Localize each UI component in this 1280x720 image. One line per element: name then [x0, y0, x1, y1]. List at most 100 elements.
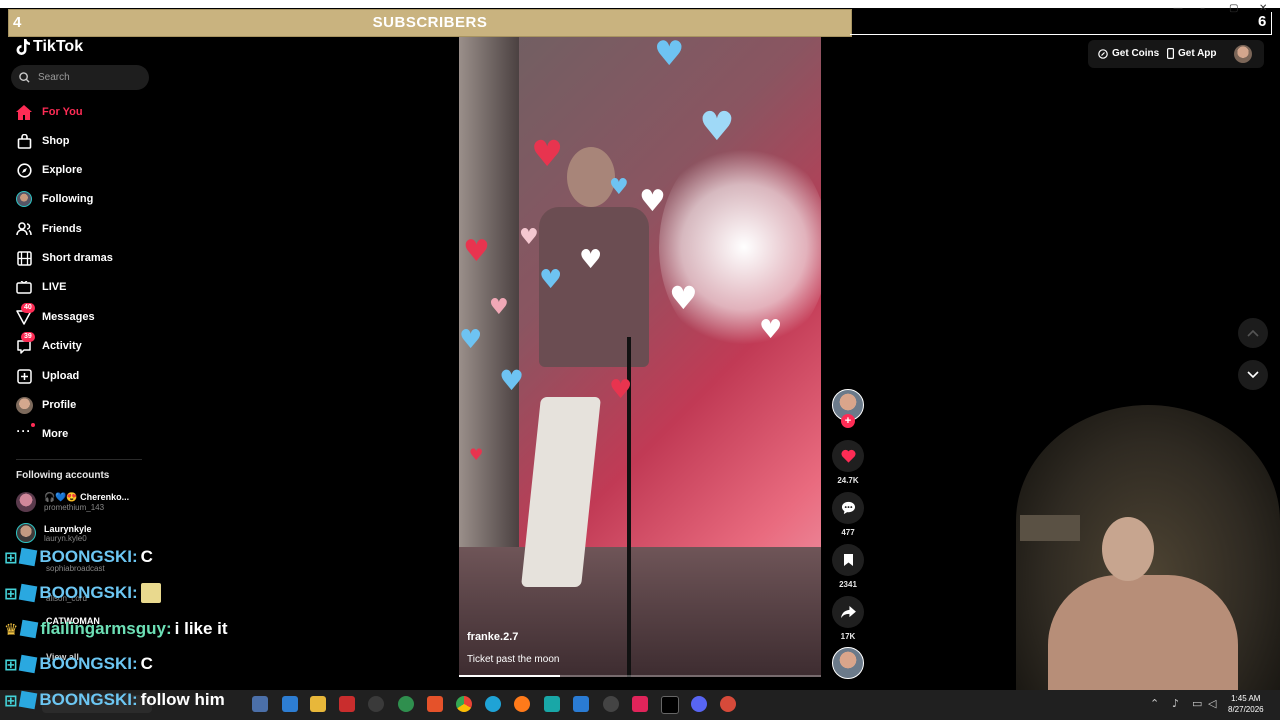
- nav-label: LIVE: [42, 281, 67, 293]
- app-icon[interactable]: [252, 696, 268, 712]
- video-player[interactable]: ♥ ♥ ♥ ♥ ♥ ♥ ♥ ♥ ♥ ♥ ♥ ♥ ♥ ♥ ♥ ♥ franke.2…: [459, 37, 821, 677]
- get-coins-label: Get Coins: [1112, 48, 1160, 59]
- save-count: 2341: [839, 580, 857, 589]
- coin-icon: [1098, 48, 1108, 59]
- chat-username: BOONGSKI:: [39, 690, 138, 709]
- chat-username: flailingarmsguy:: [40, 619, 172, 638]
- messages-badge: 40: [21, 303, 35, 313]
- emote-icon: [140, 583, 161, 603]
- nav-for-you[interactable]: For You: [15, 103, 83, 121]
- more-icon: ···: [15, 423, 35, 443]
- minimize-icon[interactable]: –: [1200, 3, 1205, 14]
- tiktok-logo-text: TikTok: [33, 38, 84, 55]
- discord-icon[interactable]: [691, 696, 707, 712]
- volume-icon[interactable]: ◁: [1208, 697, 1216, 710]
- following-account[interactable]: Laurynkyle lauryn.kyle0: [16, 523, 92, 543]
- map-app-icon[interactable]: [398, 696, 414, 712]
- network-icon[interactable]: ▭: [1192, 697, 1202, 710]
- tiktok-app-icon[interactable]: [632, 696, 648, 712]
- app-icon[interactable]: [720, 696, 736, 712]
- heart-icon: ♥: [579, 245, 603, 275]
- share-button[interactable]: [832, 596, 864, 628]
- tiktok-note-icon: [16, 39, 30, 55]
- phone-icon: [1167, 48, 1174, 59]
- chat-text: follow him: [140, 690, 225, 709]
- news-app-icon[interactable]: [339, 696, 355, 712]
- chat-text: i like it: [174, 619, 228, 638]
- video-caption: Ticket past the moon: [467, 654, 560, 665]
- nav-short-dramas[interactable]: Short dramas: [15, 249, 113, 267]
- sub-badge-icon: ⊞: [4, 654, 18, 674]
- cube-badge-icon: [19, 583, 38, 603]
- heart-icon: ♥: [499, 364, 525, 397]
- get-app-button[interactable]: Get App: [1167, 48, 1217, 59]
- chrome-icon[interactable]: [456, 696, 472, 712]
- obs-icon[interactable]: [603, 696, 619, 712]
- activity-badge: 39: [21, 332, 35, 342]
- subscribers-title: SUBSCRIBERS: [372, 14, 488, 31]
- crown-badge-icon: ♛: [4, 619, 19, 639]
- account-handle: promethium_143: [44, 503, 105, 512]
- nav-label: Following: [42, 193, 94, 205]
- firefox-icon[interactable]: [514, 696, 530, 712]
- arduino-icon[interactable]: [544, 696, 560, 712]
- nav-following[interactable]: Following: [15, 190, 93, 208]
- tiktok-studio-icon[interactable]: [661, 696, 679, 714]
- avatar: [16, 523, 36, 543]
- following-account[interactable]: 🎧💙😍 Cherenko... promethium_143: [16, 492, 129, 512]
- search-input[interactable]: Search: [11, 65, 149, 90]
- like-button[interactable]: [832, 440, 864, 472]
- clock-time: 1:45 AM: [1231, 694, 1261, 703]
- file-explorer-icon[interactable]: [310, 696, 326, 712]
- nav-friends[interactable]: Friends: [15, 220, 82, 238]
- next-video-button[interactable]: [1238, 360, 1268, 390]
- edge-icon[interactable]: [485, 696, 501, 712]
- tiktok-logo[interactable]: TikTok: [16, 38, 83, 56]
- comment-button[interactable]: [832, 492, 864, 524]
- chat-text: C: [140, 547, 153, 566]
- nav-upload[interactable]: Upload: [15, 367, 79, 385]
- chat-message: ⊞ BOONGSKI: C: [4, 547, 153, 567]
- nav-explore[interactable]: Explore: [15, 161, 82, 179]
- overlay-divider: [850, 34, 1272, 35]
- nav-messages[interactable]: 40 Messages: [15, 303, 95, 326]
- comment-count: 477: [841, 528, 855, 537]
- heart-icon: [840, 449, 856, 463]
- tray-chevron-icon[interactable]: ⌃: [1150, 697, 1159, 710]
- overlay-divider-vertical: [1271, 12, 1272, 35]
- nav-label: Activity: [42, 340, 82, 352]
- remote-desktop-icon[interactable]: [282, 696, 298, 712]
- cube-badge-icon: [19, 547, 38, 567]
- previous-video-button[interactable]: [1238, 318, 1268, 348]
- user-avatar[interactable]: [1234, 45, 1252, 63]
- heart-icon: ♥: [639, 184, 666, 219]
- maximize-button[interactable]: ▢: [1229, 3, 1238, 14]
- nav-label: For You: [42, 106, 83, 118]
- clock-app-icon[interactable]: [368, 696, 384, 712]
- webcam-shelf: [1020, 515, 1080, 541]
- taskbar-clock[interactable]: 1:45 AM 8/27/2026: [1228, 693, 1264, 715]
- save-button[interactable]: [832, 544, 864, 576]
- brave-browser-icon[interactable]: [427, 696, 443, 712]
- music-disc-avatar[interactable]: [832, 647, 864, 679]
- video-username[interactable]: franke.2.7: [467, 631, 518, 643]
- minimize-button[interactable]: —: [1173, 3, 1183, 14]
- microphone-icon[interactable]: ♪: [1172, 697, 1179, 710]
- nav-activity[interactable]: 39 Activity: [15, 332, 82, 355]
- nav-more[interactable]: ··· More: [15, 423, 68, 443]
- vscode-icon[interactable]: [573, 696, 589, 712]
- sidebar-divider: [16, 459, 142, 460]
- heart-icon: ♥: [531, 134, 564, 175]
- nav-profile[interactable]: Profile: [15, 396, 76, 414]
- subscriber-count-right: 6: [1258, 13, 1267, 30]
- nav-live[interactable]: LIVE: [15, 278, 66, 296]
- following-accounts-heading: Following accounts: [16, 470, 110, 481]
- nav-label: Explore: [42, 164, 83, 176]
- video-progress-bar[interactable]: [459, 675, 821, 677]
- account-handle: lauryn.kyle0: [44, 533, 87, 543]
- webcam-person-body: [1048, 575, 1238, 695]
- get-coins-button[interactable]: Get Coins: [1098, 48, 1159, 59]
- nav-shop[interactable]: Shop: [15, 132, 70, 150]
- follow-plus-button[interactable]: +: [841, 414, 855, 428]
- account-name: Laurynkyle: [44, 523, 92, 534]
